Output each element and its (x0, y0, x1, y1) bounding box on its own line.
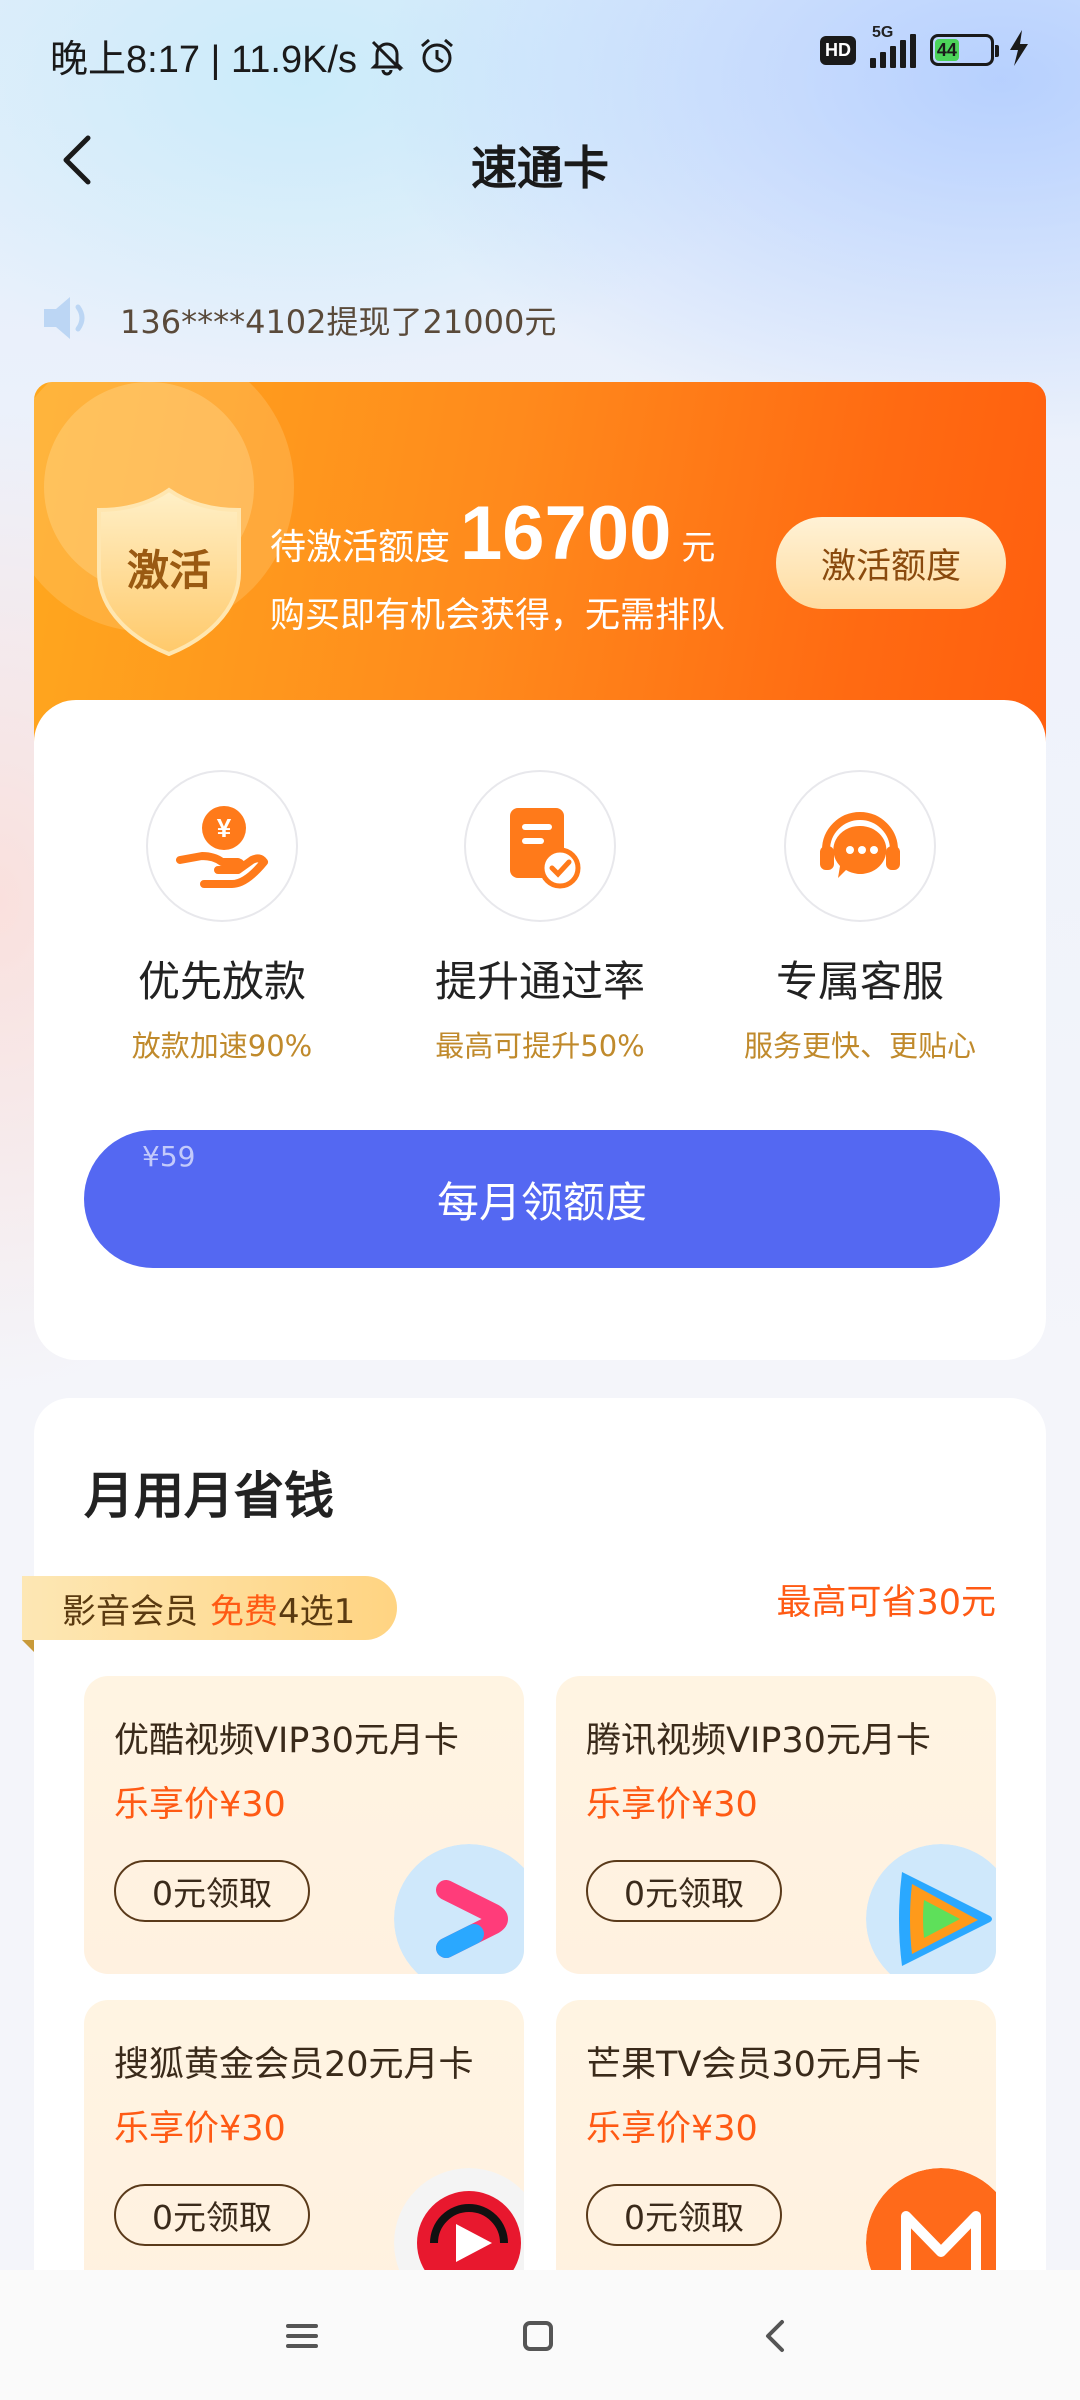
offer-name: 芒果TV会员30元月卡 (586, 2045, 921, 2085)
withdraw-notice: 136****4102提现了21000元 (40, 290, 556, 350)
menu-button[interactable] (274, 2308, 330, 2364)
benefit-approval-rate: 提升通过率 最高可提升50% (380, 770, 700, 1065)
claim-button[interactable]: 0元领取 (586, 2184, 782, 2246)
savings-title: 月用月省钱 (84, 1467, 334, 1525)
monthly-quota-button[interactable]: ¥59 每月领额度 (84, 1130, 1000, 1268)
pending-subtitle: 购买即有机会获得，无需排队 (270, 596, 726, 636)
hd-icon: HD (820, 35, 856, 65)
header: 速通卡 (0, 110, 1080, 210)
benefit-icon-circle (464, 770, 616, 922)
network-type: 5G (872, 24, 894, 41)
offer-price: 乐享价¥30 (586, 1785, 758, 1825)
tag-free: 免费 (210, 1591, 278, 1632)
battery-level: 44 (935, 39, 959, 61)
offer-name: 搜狐黄金会员20元月卡 (114, 2045, 474, 2085)
offer-card[interactable]: 优酷视频VIP30元月卡 乐享价¥30 0元领取 (84, 1676, 524, 1974)
benefit-priority-loan: ¥ 优先放款 放款加速90% (62, 770, 382, 1065)
monthly-price: ¥59 (142, 1140, 196, 1173)
system-nav-bar (0, 2270, 1080, 2400)
home-button[interactable] (510, 2308, 566, 2364)
savings-card: 月用月省钱 影音会员 免费 4选1 最高可省30元 优酷视频VIP30元月卡 乐… (22, 1398, 1046, 2298)
signal-icon: 5G (870, 24, 916, 68)
status-left: 晚上8:17 | 11.9K/s (50, 28, 457, 83)
pending-label: 待激活额度 (270, 527, 451, 568)
yen-hand-icon: ¥ (176, 806, 268, 888)
back-icon (766, 2320, 784, 2352)
offer-price: 乐享价¥30 (114, 2109, 286, 2149)
activate-badge: 激活 (126, 546, 211, 595)
benefit-subtitle: 服务更快、更贴心 (743, 1029, 976, 1063)
benefit-icon-circle (784, 770, 936, 922)
alarm-icon (417, 36, 457, 76)
benefits-card: ¥ 优先放款 放款加速90% 提升通过率 最高可提升50% 专属客服 服务更快、… (34, 700, 1046, 1360)
pending-unit: 元 (681, 528, 716, 568)
offer-price: 乐享价¥30 (586, 2109, 758, 2149)
menu-icon (286, 2324, 318, 2348)
customer-service-icon (820, 812, 900, 878)
tencent-video-logo (866, 1844, 996, 1974)
offer-price: 乐享价¥30 (114, 1785, 286, 1825)
offer-card[interactable]: 腾讯视频VIP30元月卡 乐享价¥30 0元领取 (556, 1676, 996, 1974)
benefit-customer-service: 专属客服 服务更快、更贴心 (700, 770, 1020, 1065)
mute-bell-icon (367, 36, 407, 76)
member-tag: 影音会员 免费 4选1 (22, 1576, 398, 1640)
offer-card[interactable]: 搜狐黄金会员20元月卡 乐享价¥30 0元领取 (84, 2000, 524, 2298)
tag-fold (22, 1640, 34, 1652)
benefit-title: 提升通过率 (434, 957, 645, 1006)
tag-pick: 4选1 (278, 1591, 356, 1632)
claim-button[interactable]: 0元领取 (114, 2184, 310, 2246)
claim-button[interactable]: 0元领取 (114, 1860, 310, 1922)
offer-name: 优酷视频VIP30元月卡 (114, 1721, 459, 1761)
status-bar: 晚上8:17 | 11.9K/s HD 5G 44 (0, 0, 1080, 100)
battery-icon: 44 (930, 34, 999, 66)
pending-amount: 16700 (460, 491, 672, 576)
benefit-title: 优先放款 (137, 957, 306, 1006)
pending-row: 待激活额度 16700 元 (270, 490, 715, 577)
speaker-icon (40, 293, 96, 347)
document-check-icon (510, 808, 581, 889)
notice-text: 136****4102提现了21000元 (120, 303, 557, 341)
benefit-subtitle: 放款加速90% (131, 1029, 313, 1063)
max-save: 最高可省30元 (776, 1583, 996, 1623)
benefit-title: 专属客服 (775, 957, 944, 1006)
time-speed: 晚上8:17 | 11.9K/s (50, 39, 357, 81)
home-icon (523, 2321, 553, 2351)
nav-back-button[interactable] (748, 2308, 804, 2364)
youku-logo (394, 1844, 524, 1974)
activate-button[interactable]: 激活额度 (776, 517, 1006, 609)
svg-text:¥: ¥ (217, 813, 232, 843)
tag-prefix: 影音会员 (62, 1591, 198, 1632)
page-title: 速通卡 (471, 141, 609, 195)
claim-button[interactable]: 0元领取 (586, 1860, 782, 1922)
status-right: HD 5G 44 (820, 24, 1030, 70)
charging-icon (1008, 30, 1030, 70)
offer-card[interactable]: 芒果TV会员30元月卡 乐享价¥30 0元领取 (556, 2000, 996, 2298)
monthly-button-label: 每月领额度 (436, 1177, 647, 1227)
benefit-subtitle: 最高可提升50% (435, 1029, 645, 1063)
offer-name: 腾讯视频VIP30元月卡 (586, 1721, 931, 1761)
benefit-icon-circle: ¥ (146, 770, 298, 922)
